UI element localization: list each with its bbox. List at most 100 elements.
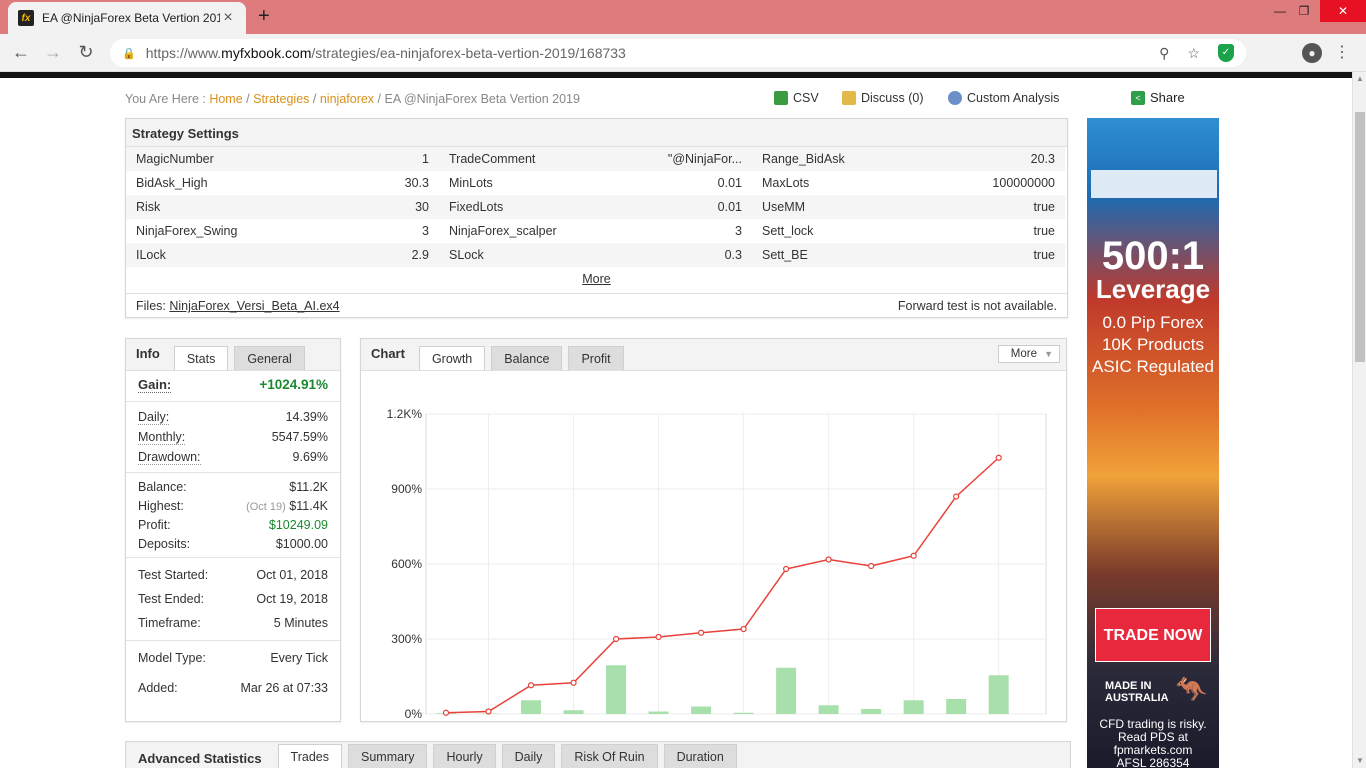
setting-value: 2.9	[411, 248, 429, 262]
ad-logo	[1091, 170, 1217, 198]
tab-general[interactable]: General	[234, 346, 305, 370]
ad-features: 0.0 Pip Forex 10K Products ASIC Regulate…	[1092, 313, 1214, 376]
test-ended-row: Test Ended: Oct 19, 2018	[138, 592, 328, 606]
settings-grid: MagicNumber 1 TradeComment "@NinjaFor... Ran…	[126, 147, 1067, 267]
tab-close-icon[interactable]: ×	[220, 9, 236, 27]
growth-point	[868, 562, 875, 570]
setting-key: Sett_lock	[762, 224, 814, 238]
tab-title: EA @NinjaForex Beta Vertion 2019	[42, 11, 220, 25]
zoom-icon[interactable]: ⚲	[1159, 45, 1169, 62]
scroll-down-arrow-icon[interactable]: ▼	[1353, 754, 1366, 768]
chart-header: Chart Growth Balance Profit ▼ More	[361, 339, 1066, 371]
growth-point	[442, 709, 450, 716]
new-tab-icon[interactable]: +	[258, 5, 270, 28]
monthly-row: Monthly: 5547.59%	[138, 429, 328, 445]
growth-point	[570, 679, 577, 686]
growth-point	[612, 635, 620, 643]
breadcrumb: You Are Here : Home / Strategies / ninja…	[125, 92, 580, 106]
browser-tab-strip: fx EA @NinjaForex Beta Vertion 2019 × + …	[0, 0, 1366, 34]
browser-menu-icon[interactable]: ⋮	[1334, 42, 1350, 62]
breadcrumb-current: EA @NinjaForex Beta Vertion 2019	[384, 92, 580, 106]
setting-value: 20.3	[1030, 152, 1055, 166]
setting-value: true	[1033, 224, 1055, 238]
breadcrumb-prefix: You Are Here :	[125, 92, 206, 106]
address-bar-area: ← → ↻ 🔒 https://www.myfxbook.com/strateg…	[0, 34, 1366, 72]
setting-item: Sett_BE true	[752, 243, 1065, 267]
scroll-thumb[interactable]	[1355, 112, 1365, 362]
setting-value: 100000000	[992, 176, 1055, 190]
forward-test-note: Forward test is not available.	[897, 299, 1057, 313]
setting-item: MaxLots 100000000	[752, 171, 1065, 195]
profit-bar	[776, 667, 797, 714]
y-tick-label: 300%	[391, 632, 422, 646]
tab-risk-of-ruin[interactable]: Risk Of Ruin	[561, 744, 658, 768]
chart-more-dropdown[interactable]: ▼ More	[997, 345, 1060, 363]
tab-daily[interactable]: Daily	[501, 744, 556, 768]
ad-risk-disclaimer: CFD trading is risky. Read PDS at fpmark…	[1099, 717, 1207, 769]
share-button[interactable]: < Share	[1131, 90, 1185, 105]
info-panel: Info Stats General Gain: +1024.91% Daily…	[125, 338, 341, 722]
ad-leverage-text: Leverage	[1095, 274, 1211, 304]
y-tick-label: 1.2K%	[387, 407, 423, 421]
growth-point	[697, 629, 705, 636]
window-close-icon[interactable]: ✕	[1320, 0, 1366, 22]
tab-balance[interactable]: Balance	[491, 346, 563, 370]
tab-stats[interactable]: Stats	[173, 346, 229, 370]
breadcrumb-separator: /	[312, 92, 317, 106]
lock-icon: 🔒	[122, 47, 136, 60]
breadcrumb-ninjaforex[interactable]: ninjaforex	[320, 92, 374, 106]
gain-label: Gain:	[138, 377, 172, 393]
model-type-row: Model Type: Every Tick	[138, 651, 328, 665]
file-download-link[interactable]: NinjaForex_Versi_Beta_AI.ex4	[169, 299, 339, 313]
added-row: Added: Mar 26 at 07:33	[138, 681, 328, 695]
bookmark-star-icon[interactable]: ☆	[1187, 45, 1200, 62]
tab-summary[interactable]: Summary	[348, 744, 428, 768]
growth-point	[910, 552, 917, 559]
tab-growth[interactable]: Growth	[418, 346, 486, 370]
setting-item: TradeComment "@NinjaFor...	[439, 147, 752, 171]
forward-icon[interactable]: →	[42, 42, 64, 63]
back-icon[interactable]: ←	[10, 42, 32, 63]
fpmarkets-ad-banner[interactable]: 500:1 Leverage 0.0 Pip Forex 10K Product…	[1087, 118, 1219, 768]
deposits-row: Deposits: $1000.00	[138, 536, 328, 551]
setting-key: ILock	[136, 248, 166, 262]
daily-row: Daily: 14.39%	[138, 409, 328, 425]
restore-icon[interactable]: ❐	[1288, 0, 1320, 22]
advanced-statistics-header: Advanced Statistics Trades Summary Hourl…	[125, 741, 1071, 768]
tab-hourly[interactable]: Hourly	[433, 744, 496, 768]
scroll-up-arrow-icon[interactable]: ▲	[1353, 72, 1366, 86]
setting-value: "@NinjaFor...	[667, 152, 742, 166]
page-scrollbar[interactable]: ▲ ▼	[1352, 72, 1366, 768]
setting-key: UseMM	[762, 200, 806, 214]
kangaroo-icon: 🦘	[1175, 674, 1208, 704]
browser-tab[interactable]: fx EA @NinjaForex Beta Vertion 2019 ×	[8, 2, 246, 34]
growth-point	[485, 708, 492, 715]
advanced-statistics-title: Advanced Statistics	[138, 751, 262, 766]
url-bar[interactable]: 🔒 https://www.myfxbook.com/strategies/ea…	[110, 39, 1246, 67]
info-title: Info	[136, 346, 160, 361]
breadcrumb-strategies[interactable]: Strategies	[253, 92, 309, 106]
tab-duration[interactable]: Duration	[663, 744, 737, 768]
profile-avatar-icon[interactable]: ●	[1302, 43, 1322, 63]
info-header: Info Stats General	[126, 339, 340, 371]
breadcrumb-home[interactable]: Home	[209, 92, 242, 106]
timeframe-row: Timeframe: 5 Minutes	[138, 616, 328, 630]
csv-button[interactable]: CSV	[774, 91, 819, 105]
balance-row: Balance: $11.2K	[138, 479, 328, 494]
ad-trade-now-button[interactable]: TRADE NOW	[1095, 608, 1211, 662]
url-text[interactable]: https://www.myfxbook.com/strategies/ea-n…	[146, 45, 1141, 61]
settings-more-link[interactable]: More	[126, 267, 1067, 293]
growth-point	[740, 625, 747, 633]
tab-profit[interactable]: Profit	[568, 346, 624, 370]
discuss-button[interactable]: Discuss (0)	[842, 91, 924, 105]
extension-shield-icon[interactable]: ✓	[1218, 44, 1234, 62]
reload-icon[interactable]: ↻	[75, 42, 97, 63]
custom-analysis-button[interactable]: Custom Analysis	[948, 91, 1059, 105]
tab-trades[interactable]: Trades	[277, 744, 342, 768]
discuss-icon	[842, 91, 856, 105]
setting-item: BidAsk_High 30.3	[126, 171, 439, 195]
gain-value: +1024.91%	[259, 377, 328, 392]
strategy-settings-title: Strategy Settings	[126, 119, 1067, 147]
setting-key: MaxLots	[762, 176, 810, 190]
growth-point	[655, 633, 662, 641]
